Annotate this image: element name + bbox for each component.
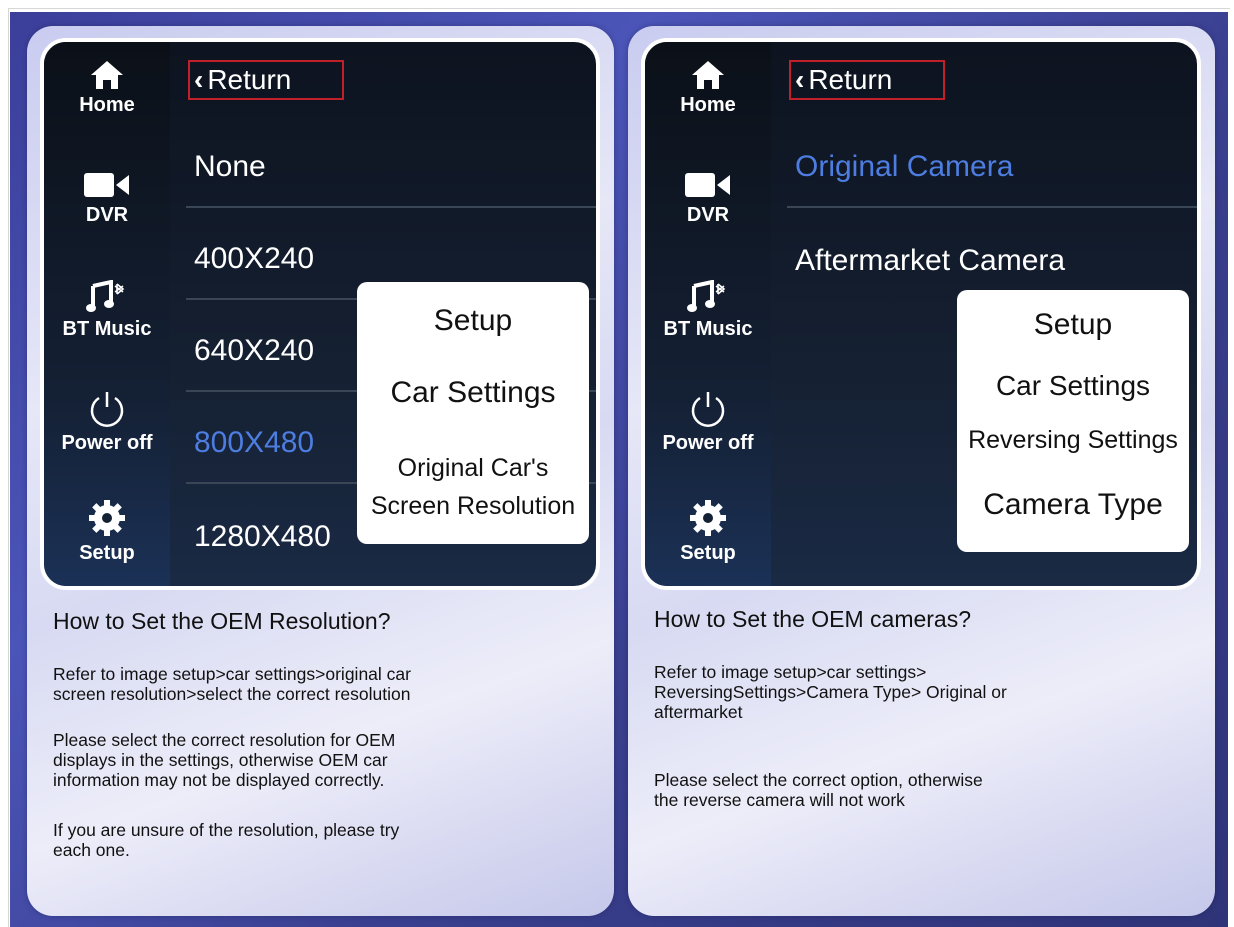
- popup-step-camera-type: Camera Type: [983, 488, 1163, 521]
- text-line: information may not be displayed correct…: [53, 770, 385, 790]
- sidebar-item-label: BT Music: [663, 318, 753, 340]
- sidebar-item-label: Setup: [79, 542, 135, 564]
- option-label: None: [194, 150, 266, 183]
- sidebar-item-power-off[interactable]: Power off: [645, 390, 771, 455]
- guide-paragraph-1: Refer to image setup>car settings> Rever…: [654, 662, 1007, 722]
- sidebar-item-home[interactable]: Home: [44, 60, 170, 117]
- sidebar: Home DVR BT Music Power off Setup: [645, 42, 771, 586]
- bluetooth-music-icon: [687, 280, 726, 312]
- power-icon: [90, 392, 124, 427]
- guide-paragraph-2: Please select the correct option, otherw…: [654, 770, 983, 810]
- navigation-path-popup: Setup Car Settings Reversing Settings Ca…: [957, 290, 1189, 552]
- text-line: Please select the correct resolution for…: [53, 730, 396, 750]
- chevron-left-icon: ‹: [194, 64, 204, 95]
- sidebar: Home DVR BT Music Power off Setup: [44, 42, 170, 586]
- popup-step-reversing-settings: Reversing Settings: [968, 426, 1178, 454]
- sidebar-item-home[interactable]: Home: [645, 60, 771, 117]
- sidebar-item-label: DVR: [686, 204, 730, 226]
- sidebar-item-label: Power off: [662, 432, 754, 454]
- video-camera-icon: [84, 173, 129, 197]
- sidebar-item-power-off[interactable]: Power off: [44, 390, 170, 455]
- chevron-left-icon: ‹: [795, 64, 805, 95]
- popup-step-car-settings: Car Settings: [995, 370, 1151, 401]
- sidebar-item-label: Setup: [680, 542, 736, 564]
- frame-border-top: [8, 8, 1230, 9]
- sidebar-item-label: DVR: [85, 204, 129, 226]
- bluetooth-music-icon: [86, 280, 125, 312]
- option-label: Aftermarket Camera: [795, 244, 1066, 277]
- text-line: If you are unsure of the resolution, ple…: [53, 820, 400, 840]
- option-label-selected: Original Camera: [795, 150, 1014, 183]
- popup-step-screen-resolution: Screen Resolution: [370, 492, 576, 520]
- guide-paragraph-1: Refer to image setup>car settings>origin…: [53, 664, 411, 704]
- text-line: Please select the correct option, otherw…: [654, 770, 983, 790]
- guide-heading: How to Set the OEM Resolution?: [53, 608, 391, 634]
- power-icon: [691, 392, 725, 427]
- text-line: Refer to image setup>car settings>origin…: [53, 664, 411, 684]
- sidebar-item-dvr[interactable]: DVR: [44, 170, 170, 227]
- text-line: aftermarket: [654, 702, 743, 722]
- return-label: Return: [808, 64, 893, 95]
- camera-guide-card: Home DVR BT Music Power off Setup ‹ Retu…: [628, 26, 1215, 916]
- gear-icon: [690, 500, 726, 536]
- popup-step-setup: Setup: [433, 304, 513, 337]
- head-unit-screen: Home DVR BT Music Power off Setup ‹ Retu…: [40, 38, 600, 590]
- sidebar-item-setup[interactable]: Setup: [645, 498, 771, 565]
- sidebar-item-label: BT Music: [62, 318, 152, 340]
- navigation-path-popup: Setup Car Settings Original Car's Screen…: [357, 282, 589, 544]
- option-label: 640X240: [194, 334, 315, 367]
- sidebar-item-setup[interactable]: Setup: [44, 498, 170, 565]
- sidebar-item-label: Power off: [61, 432, 153, 454]
- gear-icon: [89, 500, 125, 536]
- text-line: Refer to image setup>car settings>: [654, 662, 927, 682]
- resolution-guide-card: Home DVR BT Music Power off Setup ‹ Retu…: [27, 26, 614, 916]
- sidebar-item-dvr[interactable]: DVR: [645, 170, 771, 227]
- guide-paragraph-2: Please select the correct resolution for…: [53, 730, 395, 790]
- sidebar-item-bt-music[interactable]: BT Music: [44, 280, 170, 341]
- return-button[interactable]: ‹ Return: [789, 60, 945, 100]
- sidebar-item-label: Home: [79, 94, 135, 116]
- video-camera-icon: [685, 173, 730, 197]
- camera-option-aftermarket[interactable]: Aftermarket Camera: [787, 208, 1197, 300]
- resolution-option-none[interactable]: None: [186, 116, 596, 208]
- return-button[interactable]: ‹ Return: [188, 60, 344, 100]
- frame-border-left: [8, 8, 9, 927]
- text-line: screen resolution>select the correct res…: [53, 684, 411, 704]
- guide-paragraph-3: If you are unsure of the resolution, ple…: [53, 820, 399, 860]
- popup-step-car-settings: Car Settings: [390, 376, 556, 409]
- text-line: displays in the settings, otherwise OEM …: [53, 750, 388, 770]
- guide-heading: How to Set the OEM cameras?: [654, 606, 972, 632]
- text-line: each one.: [53, 840, 130, 860]
- home-icon: [91, 61, 123, 89]
- popup-step-original-car: Original Car's: [397, 454, 549, 482]
- return-label: Return: [207, 64, 292, 95]
- sidebar-item-label: Home: [680, 94, 736, 116]
- option-label-selected: 800X480: [194, 426, 315, 459]
- camera-option-original[interactable]: Original Camera: [787, 116, 1197, 208]
- option-label: 1280X480: [194, 520, 331, 553]
- text-line: the reverse camera will not work: [654, 790, 905, 810]
- popup-step-setup: Setup: [1033, 308, 1113, 341]
- home-icon: [692, 61, 724, 89]
- head-unit-screen: Home DVR BT Music Power off Setup ‹ Retu…: [641, 38, 1201, 590]
- text-line: ReversingSettings>Camera Type> Original …: [654, 682, 1007, 702]
- option-label: 400X240: [194, 242, 315, 275]
- sidebar-item-bt-music[interactable]: BT Music: [645, 280, 771, 341]
